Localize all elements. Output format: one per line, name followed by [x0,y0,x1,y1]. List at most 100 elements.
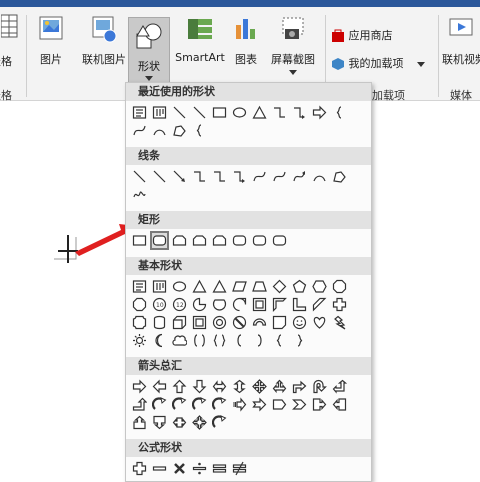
table-button[interactable]: 表格 [0,13,22,68]
line-arrow-shape-icon[interactable] [172,169,187,184]
textbox-shape-icon[interactable] [132,105,147,120]
arrow-lup-shape-icon[interactable] [332,379,347,394]
elbow-shape-icon[interactable] [212,169,227,184]
arrow-curvu-shape-icon[interactable] [192,397,207,412]
moon-shape-icon[interactable] [152,333,167,348]
arrow-up-shape-icon[interactable] [172,379,187,394]
rounded-rect-shape-icon[interactable] [232,233,247,248]
triangle-shape-icon[interactable] [212,279,227,294]
arrow-bentup-shape-icon[interactable] [132,397,147,412]
cloud-shape-icon[interactable] [172,333,187,348]
arrow-notched-shape-icon[interactable] [252,397,267,412]
teardrop-shape-icon[interactable] [232,297,247,312]
freeform-shape-icon[interactable] [332,169,347,184]
curve-shape-icon[interactable] [132,123,147,138]
dodecagon-shape-icon[interactable]: 12 [172,297,187,312]
pentagon-shape-icon[interactable] [292,279,307,294]
textbox-v-shape-icon[interactable] [152,279,167,294]
snip-rect-shape-icon[interactable] [172,233,187,248]
curly-shape-icon[interactable] [192,123,207,138]
line-shape-icon[interactable] [152,169,167,184]
arrow-curvl-shape-icon[interactable] [172,397,187,412]
brace-l-shape-icon[interactable] [272,333,287,348]
screenshot-button[interactable]: 屏幕截图 [266,15,320,75]
lightning-shape-icon[interactable] [332,315,347,330]
picture-button[interactable]: 图片 [36,15,66,67]
line-shape-icon[interactable] [192,105,207,120]
chart-button[interactable]: 图表 [230,15,262,67]
arc-shape-icon[interactable] [152,123,167,138]
hexagon-shape-icon[interactable] [312,279,327,294]
triangle-shape-icon[interactable] [252,105,267,120]
bracket-r-shape-icon[interactable] [252,333,267,348]
curve-shape-icon[interactable] [252,169,267,184]
callout-l-shape-icon[interactable] [332,397,347,412]
plaque-shape-icon[interactable] [132,315,147,330]
elbow-shape-icon[interactable] [272,105,287,120]
donut-shape-icon[interactable] [212,315,227,330]
brace-r-shape-icon[interactable] [292,333,307,348]
smiley-shape-icon[interactable] [292,315,307,330]
textbox-shape-icon[interactable] [132,279,147,294]
chevron-shape-icon[interactable] [292,397,307,412]
triangle-shape-icon[interactable] [192,279,207,294]
callout-u-shape-icon[interactable] [132,415,147,430]
shapes-button[interactable]: 形状 [128,17,170,87]
can-shape-icon[interactable] [152,315,167,330]
arrow-ud-shape-icon[interactable] [232,379,247,394]
cube-shape-icon[interactable] [172,315,187,330]
plus-shape-icon[interactable] [132,461,147,476]
rect-shape-icon[interactable] [132,233,147,248]
oval-shape-icon[interactable] [232,105,247,120]
trapezoid-shape-icon[interactable] [252,279,267,294]
parallelogram-shape-icon[interactable] [232,279,247,294]
rounded-rect-shape-icon[interactable] [272,233,287,248]
elbow-arrow-shape-icon[interactable] [292,105,307,120]
minus-shape-icon[interactable] [152,461,167,476]
halfframe-shape-icon[interactable] [272,297,287,312]
arrow-striped-shape-icon[interactable] [232,397,247,412]
brace-open-shape-icon[interactable] [332,105,347,120]
heptagon-shape-icon[interactable] [332,279,347,294]
corner-shape-icon[interactable] [292,297,307,312]
pie-shape-icon[interactable] [192,297,207,312]
callout-d-shape-icon[interactable] [152,415,167,430]
arrow-right-shape-icon[interactable] [312,105,327,120]
arrow-lru-shape-icon[interactable] [272,379,287,394]
snip-rect-shape-icon[interactable] [212,233,227,248]
elbow-arrow-shape-icon[interactable] [232,169,247,184]
heart-shape-icon[interactable] [312,315,327,330]
my-addins-button[interactable]: 我的加载项 [331,55,425,71]
line-shape-icon[interactable] [132,169,147,184]
brace-pair-shape-icon[interactable] [212,333,227,348]
not-equal-shape-icon[interactable] [232,461,247,476]
smartart-button[interactable]: SmartArt [172,15,228,64]
decagon-shape-icon[interactable]: 10 [152,297,167,312]
curve-shape-icon[interactable] [272,169,287,184]
scribble-shape-icon[interactable] [132,187,147,202]
arrow-down-shape-icon[interactable] [192,379,207,394]
freeform-shape-icon[interactable] [172,123,187,138]
no-symbol-shape-icon[interactable] [232,315,247,330]
arrow-quad-shape-icon[interactable] [252,379,267,394]
blockarc-shape-icon[interactable] [252,315,267,330]
plus-shape-icon[interactable] [332,297,347,312]
circular-arrow-shape-icon[interactable] [212,415,227,430]
curve-arrow-shape-icon[interactable] [292,169,307,184]
line-shape-icon[interactable] [172,105,187,120]
store-button[interactable]: 应用商店 [331,27,393,43]
online-picture-button[interactable]: 联机图片 [80,15,128,67]
online-video-button[interactable]: 联机视频 [442,15,480,67]
octagon-shape-icon[interactable] [132,297,147,312]
snip-rect-shape-icon[interactable] [192,233,207,248]
rounded-rect-shape-icon[interactable] [252,233,267,248]
divide-shape-icon[interactable] [192,461,207,476]
equal-shape-icon[interactable] [212,461,227,476]
arrow-lr-shape-icon[interactable] [212,379,227,394]
arrow-uturn-shape-icon[interactable] [312,379,327,394]
arrow-curvr-shape-icon[interactable] [152,397,167,412]
rect-shape-icon[interactable] [212,105,227,120]
multiply-shape-icon[interactable] [172,461,187,476]
arrow-right-shape-icon[interactable] [132,379,147,394]
callout-r-shape-icon[interactable] [312,397,327,412]
